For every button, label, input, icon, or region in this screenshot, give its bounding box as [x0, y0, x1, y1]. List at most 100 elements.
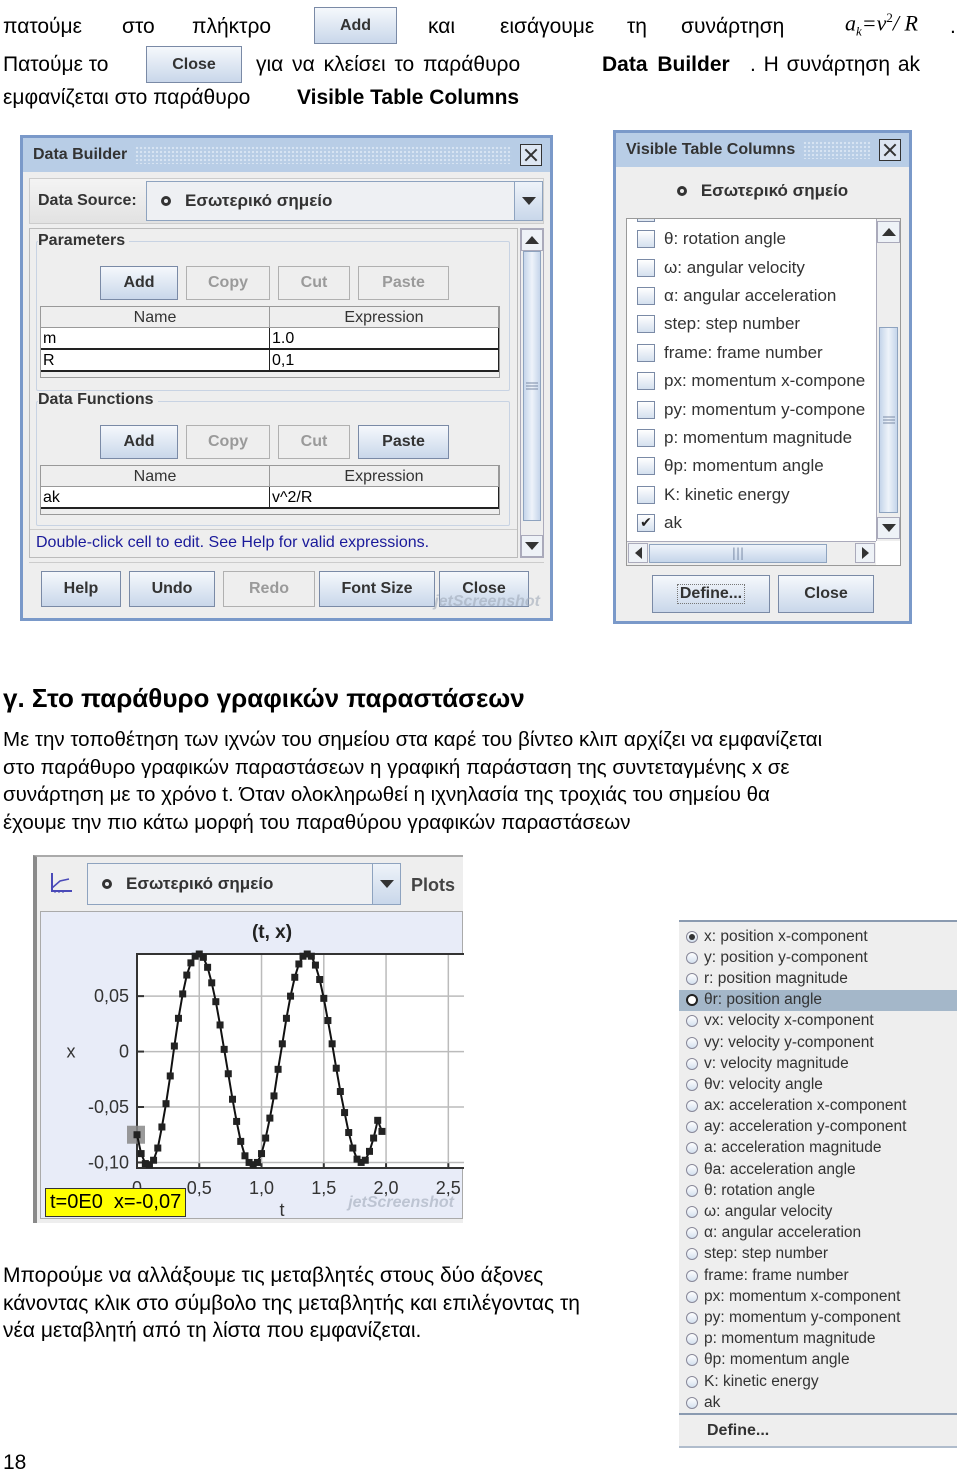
param-paste-button[interactable]: Paste — [358, 266, 449, 300]
param-name-cell[interactable]: R — [41, 350, 270, 370]
scroll-down-icon[interactable] — [521, 535, 543, 557]
font-size-button[interactable]: Font Size — [319, 571, 435, 607]
list-horizontal-scrollbar[interactable]: ||| — [627, 541, 876, 565]
variable-menu-item[interactable]: vy: velocity y-component — [679, 1032, 957, 1053]
close-icon[interactable] — [879, 139, 901, 161]
define-button[interactable]: Define... — [652, 575, 770, 613]
plot-source-combo[interactable]: Εσωτερικό σημείο — [87, 863, 401, 905]
checkbox-icon[interactable] — [637, 343, 655, 362]
table-row[interactable]: R 0,1 — [41, 350, 499, 372]
column-checkbox-item[interactable]: p: momentum magnitude — [627, 424, 877, 452]
column-checkbox-item[interactable]: ω: angular velocity — [627, 253, 877, 281]
checkbox-icon[interactable] — [637, 400, 655, 419]
param-copy-button[interactable]: Copy — [186, 266, 270, 300]
chart-svg[interactable]: (t, x)00,51,01,52,02,5-0,10-0,0500,05tx — [41, 912, 468, 1220]
variable-menu-item[interactable]: px: momentum x-component — [679, 1286, 957, 1307]
scroll-left-icon[interactable] — [628, 543, 648, 563]
param-expression-cell[interactable]: 1.0 — [270, 328, 499, 348]
function-copy-button[interactable]: Copy — [186, 425, 270, 459]
scroll-right-icon[interactable] — [855, 543, 875, 563]
function-paste-button[interactable]: Paste — [358, 425, 449, 459]
variable-menu-item[interactable]: x: position x-component — [679, 926, 957, 947]
function-name-cell[interactable]: ak — [41, 487, 270, 507]
horizontal-thumb[interactable]: ||| — [649, 544, 827, 563]
variable-menu-item[interactable]: py: momentum y-component — [679, 1307, 957, 1328]
param-expression-cell[interactable]: 0,1 — [270, 350, 499, 370]
function-cut-button[interactable]: Cut — [278, 425, 350, 459]
window-title: Data Builder — [33, 146, 128, 163]
variable-menu-item[interactable]: r: position magnitude — [679, 968, 957, 989]
checkbox-icon[interactable] — [637, 457, 655, 476]
variable-menu-item[interactable]: K: kinetic energy — [679, 1371, 957, 1392]
scroll-down-icon[interactable] — [877, 517, 900, 539]
column-checkbox-item[interactable]: frame: frame number — [627, 339, 877, 367]
data-builder-titlebar[interactable]: Data Builder — [23, 138, 550, 172]
table-row[interactable]: m 1.0 — [41, 328, 499, 350]
redo-button[interactable]: Redo — [223, 571, 315, 607]
define-menu-item[interactable]: Define... — [707, 1422, 769, 1440]
column-checkbox-item[interactable]: K: kinetic energy — [627, 481, 877, 509]
column-checkbox-item[interactable]: ✔ ak — [627, 509, 877, 537]
variable-menu-item[interactable]: step: step number — [679, 1244, 957, 1265]
variable-menu-item[interactable]: ax: acceleration x-component — [679, 1096, 957, 1117]
close-button[interactable]: Close — [778, 575, 874, 613]
column-checkbox-item[interactable]: α: angular acceleration — [627, 282, 877, 310]
variable-menu-item[interactable]: p: momentum magnitude — [679, 1329, 957, 1350]
column-checkbox-item[interactable]: px: momentum x-compone — [627, 367, 877, 395]
inline-add-button: Add — [314, 7, 397, 44]
data-point — [220, 1045, 228, 1053]
column-header-expression[interactable]: Expression — [270, 307, 499, 328]
checkbox-icon[interactable] — [637, 286, 655, 305]
help-button[interactable]: Help — [41, 571, 121, 607]
checkbox-icon[interactable] — [637, 428, 655, 447]
column-checkbox-item[interactable]: step: step number — [627, 310, 877, 338]
variable-menu-item[interactable]: ak — [679, 1392, 957, 1413]
function-expression-cell[interactable]: v^2/R — [270, 487, 499, 507]
undo-button[interactable]: Undo — [129, 571, 215, 607]
data-source-combo[interactable]: Εσωτερικό σημείο — [146, 181, 543, 221]
checkbox-icon[interactable] — [637, 485, 655, 504]
checkbox-icon[interactable] — [637, 258, 655, 277]
variable-menu-item[interactable]: ω: angular velocity — [679, 1201, 957, 1222]
checkbox-icon[interactable] — [637, 230, 655, 249]
variable-menu-item[interactable]: θp: momentum angle — [679, 1350, 957, 1371]
column-header-name[interactable]: Name — [41, 307, 270, 328]
checkbox-checked-icon[interactable]: ✔ — [637, 514, 655, 533]
variable-menu-item[interactable]: ay: acceleration y-component — [679, 1117, 957, 1138]
variable-menu-item[interactable]: θ: rotation angle — [679, 1180, 957, 1201]
column-checkbox-item[interactable]: θ: rotation angle — [627, 225, 877, 253]
variable-menu-item[interactable]: v: velocity magnitude — [679, 1053, 957, 1074]
variable-menu-item[interactable]: θa: acceleration angle — [679, 1159, 957, 1180]
chevron-down-icon[interactable] — [372, 864, 400, 904]
variable-menu-item[interactable]: vx: velocity x-component — [679, 1011, 957, 1032]
scroll-up-icon[interactable] — [521, 229, 543, 251]
column-header-expression[interactable]: Expression — [270, 466, 499, 487]
checkbox-icon[interactable] — [637, 372, 655, 391]
scroll-thumb[interactable] — [523, 251, 541, 521]
column-checkbox-item[interactable]: py: momentum y-compone — [627, 395, 877, 423]
list-vertical-scrollbar[interactable] — [876, 219, 900, 541]
plots-menu[interactable]: Plots — [411, 875, 455, 896]
builder-vertical-scrollbar[interactable] — [520, 228, 544, 558]
plot-settings-button[interactable] — [41, 861, 81, 905]
function-add-button[interactable]: Add — [100, 425, 178, 459]
param-name-cell[interactable]: m — [41, 328, 270, 348]
table-row[interactable]: ak v^2/R — [41, 487, 499, 509]
variable-menu-item[interactable]: frame: frame number — [679, 1265, 957, 1286]
visible-columns-titlebar[interactable]: Visible Table Columns — [616, 133, 909, 167]
param-add-button[interactable]: Add — [100, 266, 178, 300]
chevron-down-icon[interactable] — [514, 182, 542, 220]
variable-menu-item[interactable]: a: acceleration magnitude — [679, 1138, 957, 1159]
column-header-name[interactable]: Name — [41, 466, 270, 487]
scroll-up-icon[interactable] — [877, 221, 900, 243]
column-checkbox-item[interactable]: θp: momentum angle — [627, 452, 877, 480]
param-cut-button[interactable]: Cut — [278, 266, 350, 300]
variable-menu-item[interactable]: y: position y-component — [679, 947, 957, 968]
checkbox-icon[interactable] — [637, 315, 655, 334]
close-icon[interactable] — [520, 144, 542, 166]
variable-menu-item[interactable]: θr: position angle — [679, 989, 957, 1011]
variable-menu-item[interactable]: α: angular acceleration — [679, 1223, 957, 1244]
scroll-thumb[interactable] — [879, 327, 898, 513]
functions-table: Name Expression ak v^2/R — [40, 465, 500, 515]
variable-menu-item[interactable]: θv: velocity angle — [679, 1074, 957, 1095]
